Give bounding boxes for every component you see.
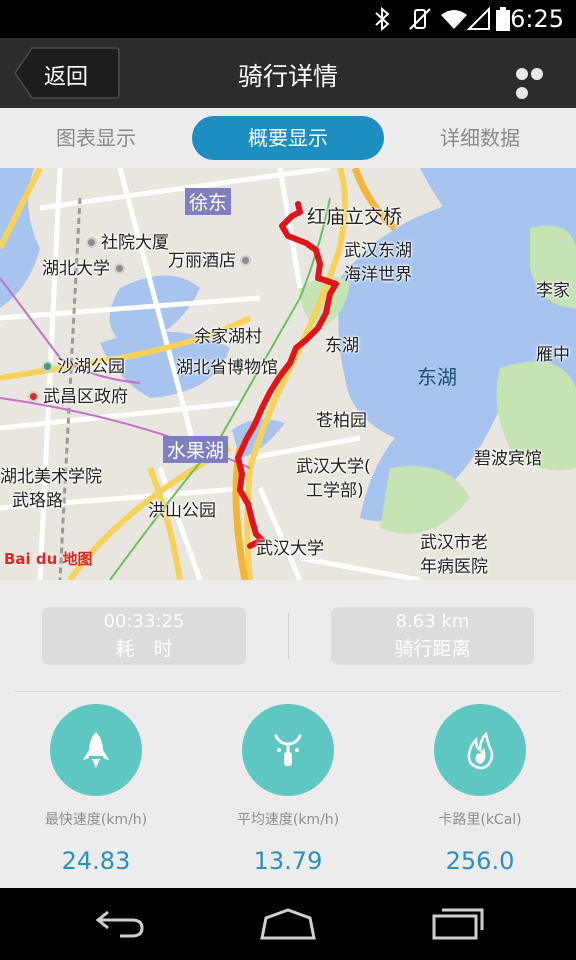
map-label-bibo-hotel: 碧波宾馆 xyxy=(474,449,542,469)
baidu-map-logo: Bai du 地图 xyxy=(4,550,93,568)
avg-speed-badge xyxy=(242,704,334,796)
view-tabs: 图表显示 概要显示 详细数据 xyxy=(0,108,576,168)
more-dot-icon xyxy=(516,87,528,99)
more-options-button[interactable] xyxy=(516,65,560,99)
bicycle-icon xyxy=(274,734,302,766)
more-dot-icon xyxy=(531,68,543,80)
map-label-wanli: 万丽酒店 xyxy=(168,246,255,271)
section-divider xyxy=(14,691,562,692)
map-label-cangbai: 苍柏园 xyxy=(316,411,367,431)
map-label-yujiahu: 余家湖村 xyxy=(194,327,262,347)
map-label-wuchang: 武昌区政府 xyxy=(28,382,128,407)
stats-divider xyxy=(288,613,289,659)
duration-label: 耗 时 xyxy=(115,638,173,660)
poi-icon xyxy=(114,263,125,274)
nav-recents-icon[interactable] xyxy=(430,904,486,948)
duration-value: 00:33:25 xyxy=(103,611,185,632)
app-header: 返回 骑行详情 xyxy=(0,38,576,108)
max-speed-label: 最快速度(km/h) xyxy=(44,812,148,828)
tab-summary[interactable]: 概要显示 xyxy=(192,116,384,160)
battery-icon xyxy=(496,7,510,35)
max-speed-value: 24.83 xyxy=(61,847,131,875)
avg-speed-value: 13.79 xyxy=(253,847,323,875)
map-label-whu-eng-1: 武汉大学( xyxy=(296,457,371,477)
route-map[interactable]: 徐东 红庙立交桥 社院大厦 湖北大学 万丽酒店 武汉东湖 海洋世界 李家 雁中 … xyxy=(0,168,576,580)
status-time: 6:25 xyxy=(510,5,564,33)
vibrate-icon xyxy=(406,7,434,35)
map-label-donghu-lake: 东湖 xyxy=(417,365,457,389)
map-label-shehui: 社院大厦 xyxy=(86,228,169,253)
wifi-icon xyxy=(440,7,468,35)
flame-icon xyxy=(467,731,494,770)
map-label-xudong: 徐东 xyxy=(185,188,232,215)
map-label-shahu-park: 沙湖公园 xyxy=(42,352,125,377)
rocket-icon xyxy=(83,732,109,768)
system-nav-bar xyxy=(0,888,576,960)
max-speed-metric: 最快速度(km/h) 24.83 xyxy=(21,704,171,875)
tab-chart[interactable]: 图表显示 xyxy=(16,116,176,160)
map-label-hospital-1: 武汉市老 xyxy=(420,533,488,553)
calories-metric: 卡路里(kCal) 256.0 xyxy=(405,704,555,875)
more-dot-icon xyxy=(516,68,528,80)
calories-label: 卡路里(kCal) xyxy=(438,812,522,828)
map-label-hospital-2: 年病医院 xyxy=(420,557,488,577)
map-label-hubei-univ: 湖北大学 xyxy=(42,254,129,279)
ride-summary: 00:33:25 耗 时 8.63 km 骑行距离 最快速度(km/h) 24.… xyxy=(0,580,576,888)
map-label-hongmiao: 红庙立交桥 xyxy=(307,206,403,228)
map-label-museum: 湖北省博物馆 xyxy=(176,358,278,378)
map-label-yanzhong: 雁中 xyxy=(536,345,570,365)
map-label-whu-eng-2: 工学部) xyxy=(306,481,364,501)
map-label-donghu-poi: 东湖 xyxy=(325,336,359,356)
map-label-donghu-ocean-1: 武汉东湖 xyxy=(344,241,412,261)
avg-speed-label: 平均速度(km/h) xyxy=(236,812,340,828)
calories-value: 256.0 xyxy=(445,847,515,875)
map-label-whu: 武汉大学 xyxy=(256,539,324,559)
tab-detail[interactable]: 详细数据 xyxy=(400,116,560,160)
park-icon xyxy=(42,361,53,372)
map-label-donghu-ocean-2: 海洋世界 xyxy=(344,265,412,285)
nav-back-icon[interactable] xyxy=(92,904,148,948)
map-label-hongshan-park: 洪山公园 xyxy=(148,501,216,521)
poi-icon xyxy=(86,237,97,248)
map-label-lijia: 李家 xyxy=(536,281,570,301)
page-title: 骑行详情 xyxy=(237,62,338,91)
duration-card: 00:33:25 耗 时 xyxy=(42,607,246,665)
map-label-fine-arts: 湖北美术学院 xyxy=(0,467,102,487)
distance-label: 骑行距离 xyxy=(394,638,471,660)
government-icon xyxy=(28,391,39,402)
max-speed-badge xyxy=(50,704,142,796)
distance-card: 8.63 km 骑行距离 xyxy=(331,607,534,665)
screen: 6:25 返回 骑行详情 图表显示 概要显示 详细数据 徐东 红庙立交桥 社院大… xyxy=(0,0,576,960)
signal-icon xyxy=(466,6,491,35)
avg-speed-metric: 平均速度(km/h) 13.79 xyxy=(213,704,363,875)
status-bar: 6:25 xyxy=(0,0,576,38)
map-label-shuiguohu: 水果湖 xyxy=(163,436,229,463)
nav-home-icon[interactable] xyxy=(258,904,318,948)
distance-value: 8.63 km xyxy=(395,611,470,632)
map-label-wuluo-road: 武珞路 xyxy=(12,491,63,511)
bluetooth-icon xyxy=(372,6,392,35)
calories-badge xyxy=(434,704,526,796)
poi-icon xyxy=(240,255,251,266)
